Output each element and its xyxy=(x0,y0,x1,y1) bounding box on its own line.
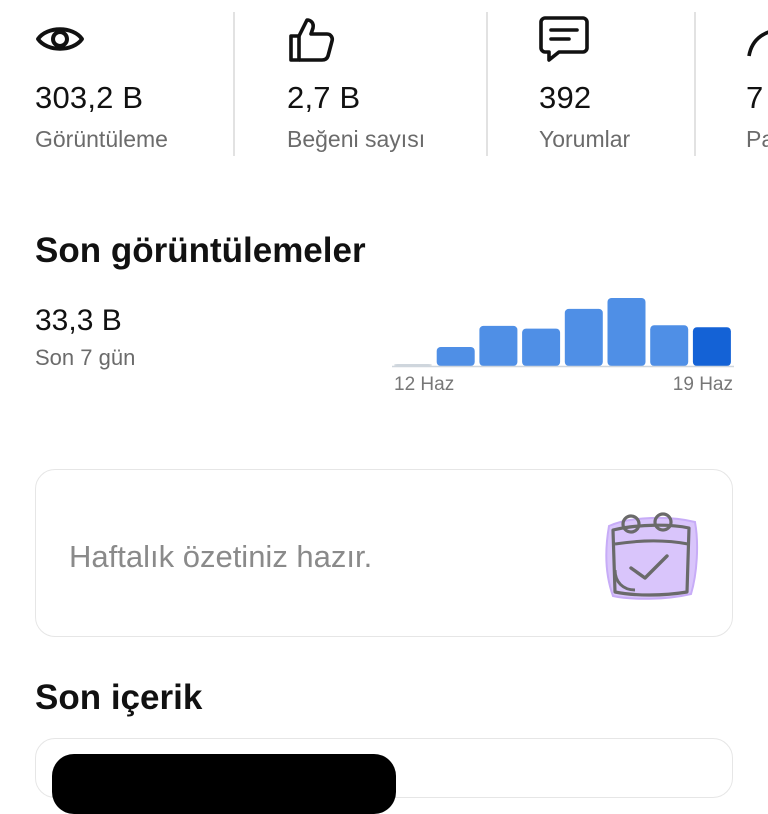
eye-icon xyxy=(36,27,84,51)
stat-label: Yorumlar xyxy=(539,126,631,152)
calendar-check-icon xyxy=(605,512,699,600)
divider xyxy=(486,12,488,156)
chart-bar-8[interactable] xyxy=(692,327,731,366)
stat-label: Görüntüleme xyxy=(35,126,168,152)
stat-value: 303,2 B xyxy=(35,80,144,115)
recent-views-title: Son görüntülemeler xyxy=(35,231,366,270)
chart-bar-2[interactable] xyxy=(436,346,475,366)
stat-value: 392 xyxy=(539,80,592,115)
weekly-summary-card[interactable]: Haftalık özetiniz hazır. xyxy=(35,469,733,637)
views-bar-chart[interactable]: 12 Haz 19 Haz xyxy=(390,292,736,398)
chart-bar-5[interactable] xyxy=(564,308,603,366)
recent-content-card[interactable] xyxy=(35,738,733,814)
summary-text: Haftalık özetiniz hazır. xyxy=(69,539,373,574)
recent-views-subtitle: Son 7 gün xyxy=(35,345,136,370)
recent-content-title: Son içerik xyxy=(35,678,203,717)
chart-bar-1[interactable] xyxy=(394,363,432,366)
comment-icon xyxy=(539,16,589,62)
stats-strip: 303,2 B Görüntüleme 2,7 B Beğeni sayısı … xyxy=(0,0,768,160)
recent-views-value: 33,3 B xyxy=(35,304,122,337)
chart-bar-3[interactable] xyxy=(479,325,518,366)
divider xyxy=(694,12,696,156)
share-icon xyxy=(747,30,768,57)
chart-tick-start: 12 Haz xyxy=(394,374,454,395)
chart-bar-4[interactable] xyxy=(522,328,561,366)
chart-tick-end: 19 Haz xyxy=(673,374,733,395)
stat-value: 7 xyxy=(746,80,764,115)
divider xyxy=(233,12,235,156)
stat-label: Pa xyxy=(746,126,768,152)
thumbs-up-icon xyxy=(289,18,335,62)
chart-bar-6[interactable] xyxy=(607,298,646,366)
stat-label: Beğeni sayısı xyxy=(287,126,426,152)
content-thumbnail[interactable] xyxy=(52,754,396,814)
chart-bar-7[interactable] xyxy=(650,325,689,366)
stat-value: 2,7 B xyxy=(287,80,361,115)
